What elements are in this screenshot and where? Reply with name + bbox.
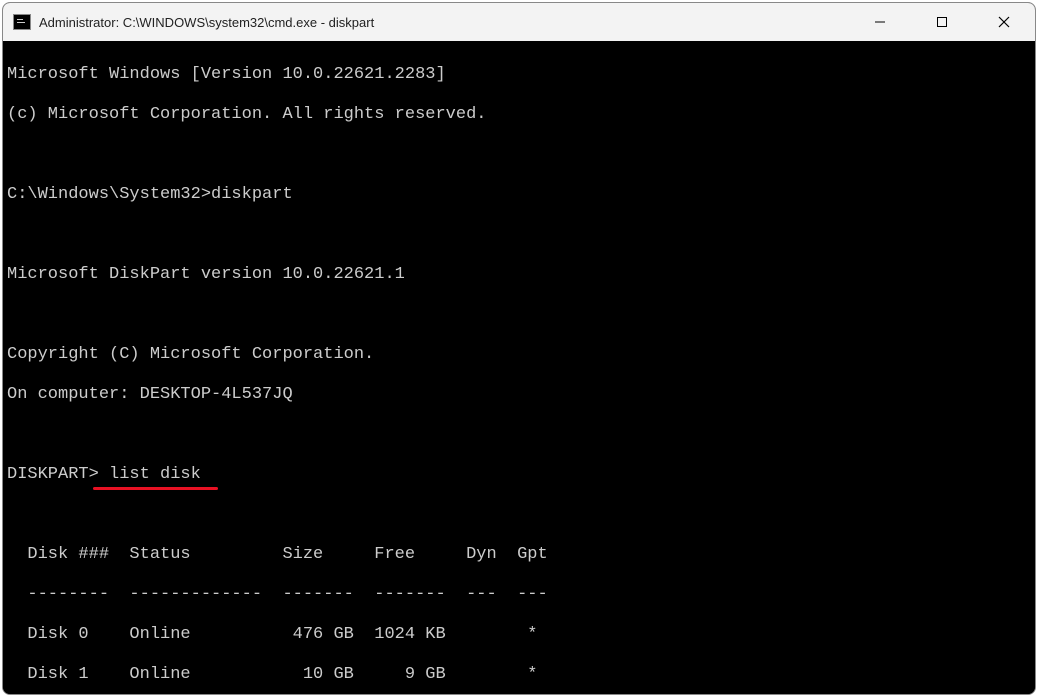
version-line: Microsoft Windows [Version 10.0.22621.22… xyxy=(7,65,1031,85)
diskpart-prompt: DISKPART> list disk xyxy=(7,465,1031,485)
window-frame: Administrator: C:\WINDOWS\system32\cmd.e… xyxy=(2,2,1036,695)
table-row: Disk 0 Online 476 GB 1024 KB * xyxy=(7,625,1031,645)
copyright-line: (c) Microsoft Corporation. All rights re… xyxy=(7,105,1031,125)
annotation-underline xyxy=(93,487,218,490)
window-controls xyxy=(849,3,1035,41)
blank-line xyxy=(7,505,1031,525)
blank-line xyxy=(7,305,1031,325)
window-title: Administrator: C:\WINDOWS\system32\cmd.e… xyxy=(39,15,849,30)
titlebar[interactable]: Administrator: C:\WINDOWS\system32\cmd.e… xyxy=(3,3,1035,41)
table-divider: -------- ------------- ------- ------- -… xyxy=(7,585,1031,605)
computer-name: On computer: DESKTOP-4L537JQ xyxy=(7,385,1031,405)
blank-line xyxy=(7,145,1031,165)
maximize-button[interactable] xyxy=(911,3,973,41)
table-row: Disk 1 Online 10 GB 9 GB * xyxy=(7,665,1031,685)
minimize-icon xyxy=(874,16,886,28)
maximize-icon xyxy=(936,16,948,28)
close-button[interactable] xyxy=(973,3,1035,41)
minimize-button[interactable] xyxy=(849,3,911,41)
table-header: Disk ### Status Size Free Dyn Gpt xyxy=(7,545,1031,565)
diskpart-version: Microsoft DiskPart version 10.0.22621.1 xyxy=(7,265,1031,285)
blank-line xyxy=(7,225,1031,245)
terminal-content[interactable]: Microsoft Windows [Version 10.0.22621.22… xyxy=(3,41,1035,694)
close-icon xyxy=(998,16,1010,28)
diskpart-copyright: Copyright (C) Microsoft Corporation. xyxy=(7,345,1031,365)
cmd-icon xyxy=(13,14,31,30)
blank-line xyxy=(7,425,1031,445)
command-line: C:\Windows\System32>diskpart xyxy=(7,185,1031,205)
